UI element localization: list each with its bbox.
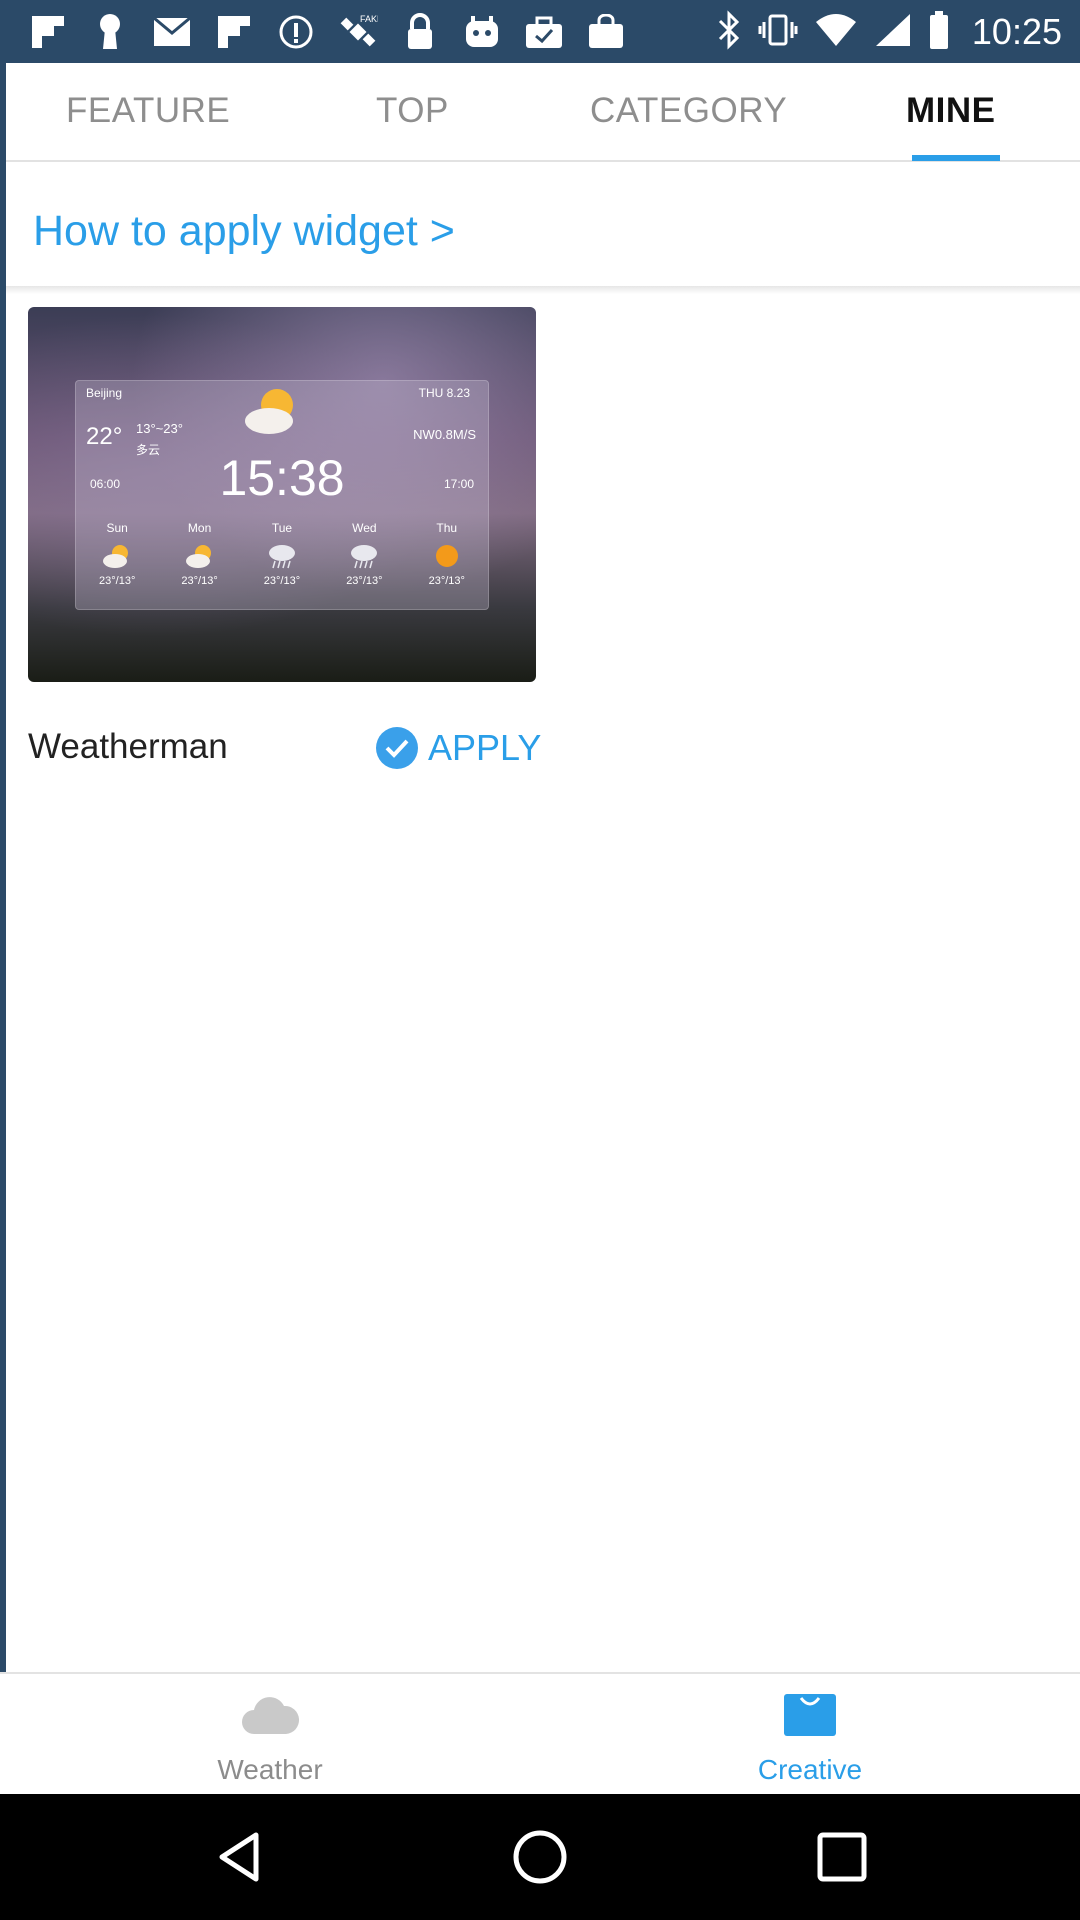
forecast-day-name: Mon [187, 521, 212, 535]
widget-preview-image[interactable]: Beijing THU 8.23 22° 13°~23° 多云 NW0.8M/S… [28, 307, 536, 682]
vibrate-icon [758, 10, 798, 55]
widget-wind: NW0.8M/S [413, 427, 476, 442]
tab-mine[interactable]: MINE [906, 91, 996, 131]
flipboard-icon-2 [212, 12, 256, 52]
widget-sunset: 17:00 [443, 477, 474, 491]
forecast-day: Wed 23°/13° [329, 521, 399, 587]
weather-widget-preview: Beijing THU 8.23 22° 13°~23° 多云 NW0.8M/S… [75, 380, 489, 610]
forecast-day: Thu 23°/13° [412, 521, 482, 587]
signal-icon [874, 12, 912, 53]
rain-icon [351, 545, 378, 569]
tab-category[interactable]: CATEGORY [590, 91, 787, 131]
mail-icon [150, 12, 194, 52]
forecast-day: Mon 23°/13° [165, 521, 235, 587]
tab-indicator [912, 155, 1000, 161]
back-icon[interactable] [212, 1829, 268, 1885]
forecast-day-name: Sun [106, 521, 128, 535]
forecast-day: Tue 23°/13° [247, 521, 317, 587]
forecast-row: Sun 23°/13° Mon 23°/13° Tue 23°/13° Wed [76, 521, 488, 587]
banner-divider [6, 286, 1080, 294]
briefcase-check-icon [522, 12, 566, 52]
forecast-day-temp: 23°/13° [181, 575, 218, 587]
system-navigation-bar [0, 1794, 1080, 1920]
status-bar: FAKE 10:25 [0, 0, 1080, 63]
forecast-day-name: Tue [271, 521, 293, 535]
rain-icon [268, 545, 295, 569]
fake-gps-icon: FAKE [336, 12, 380, 52]
bottom-navigation: Weather Creative [0, 1672, 1080, 1794]
info-icon [274, 12, 318, 52]
check-icon [376, 727, 418, 769]
how-to-banner: How to apply widget > [6, 164, 1080, 286]
nav-creative-label: Creative [757, 1754, 863, 1785]
partly-cloudy-icon [103, 545, 129, 568]
widget-city: Beijing [86, 386, 123, 400]
forecast-day-name: Thu [436, 521, 458, 535]
tab-top[interactable]: TOP [376, 91, 449, 131]
apply-button[interactable]: APPLY [376, 723, 541, 773]
forecast-day-temp: 23°/13° [263, 575, 301, 587]
wifi-icon [814, 12, 858, 53]
how-to-apply-link[interactable]: How to apply widget > [33, 207, 455, 256]
forecast-day: Sun 23°/13° [82, 521, 152, 587]
widget-date: THU 8.23 [418, 386, 470, 400]
partly-cloudy-icon [245, 389, 293, 434]
status-time: 10:25 [971, 11, 1062, 52]
game-controller-icon [460, 12, 504, 52]
left-edge [0, 63, 6, 1673]
forecast-day-name: Wed [352, 521, 377, 535]
tab-feature[interactable]: FEATURE [66, 91, 230, 131]
bluetooth-icon [716, 9, 742, 55]
recents-icon[interactable] [814, 1829, 870, 1885]
widget-clock: 15:38 [219, 450, 345, 506]
forecast-day-temp: 23°/13° [346, 575, 383, 587]
widget-sunrise: 06:00 [90, 477, 121, 491]
widget-range: 13°~23° [136, 421, 183, 436]
widget-temperature: 22° [86, 423, 123, 450]
battery-icon [928, 10, 950, 55]
home-icon[interactable] [512, 1829, 568, 1885]
forecast-day-temp: 23°/13° [428, 575, 465, 587]
system-status-icons: 10:25 [716, 8, 1062, 56]
shopping-bag-icon [784, 1694, 836, 1736]
notification-icons: FAKE [26, 12, 628, 52]
lock-icon [398, 12, 442, 52]
forecast-day-temp: 23°/13° [99, 575, 136, 587]
shopping-bag-icon [584, 12, 628, 52]
nav-weather[interactable]: Weather [0, 1674, 540, 1796]
sun-icon [435, 545, 458, 567]
cloud-icon [242, 1697, 300, 1734]
svg-text:FAKE: FAKE [360, 14, 378, 24]
nav-weather-label: Weather [217, 1754, 323, 1785]
widget-name: Weatherman [28, 727, 228, 766]
apply-label: APPLY [428, 727, 542, 768]
app-screen: FEATURE TOP CATEGORY MINE How to apply w… [0, 63, 1080, 1794]
partly-cloudy-icon [185, 545, 211, 568]
top-tabs: FEATURE TOP CATEGORY MINE [6, 63, 1080, 162]
keyhole-icon [88, 12, 132, 52]
flipboard-icon [26, 12, 70, 52]
nav-creative[interactable]: Creative [540, 1674, 1080, 1796]
